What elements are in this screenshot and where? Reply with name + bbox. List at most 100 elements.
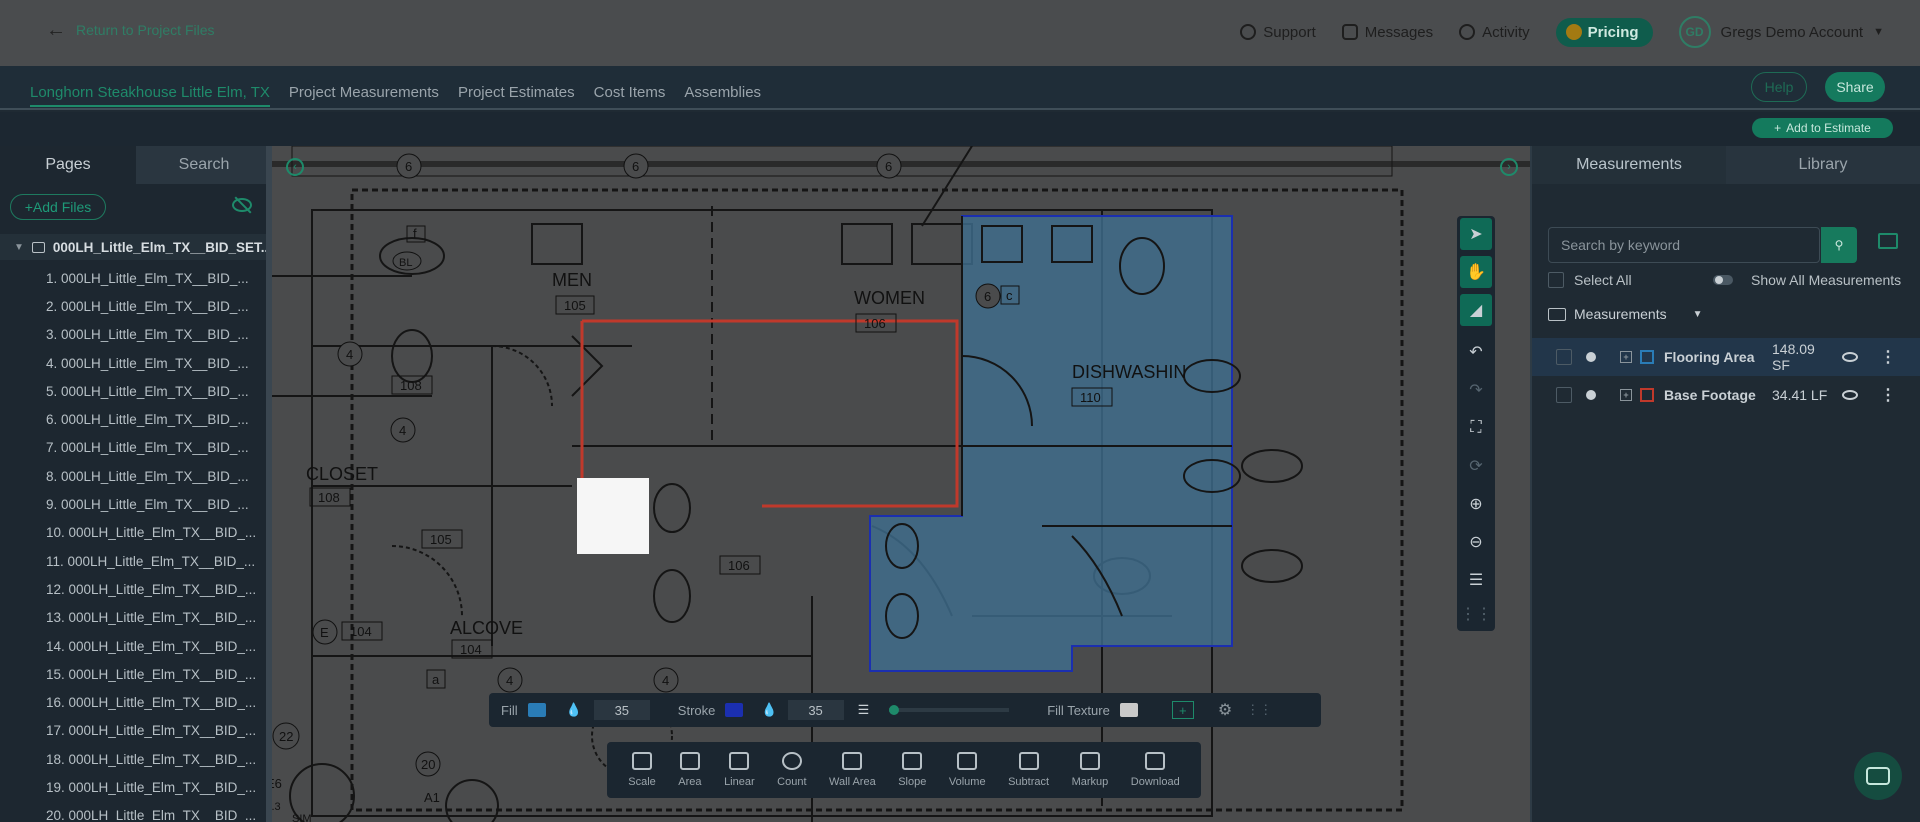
share-button[interactable]: Share: [1825, 72, 1885, 102]
list-item[interactable]: 2. 000LH_Little_Elm_TX__BID_...: [0, 292, 272, 320]
eye-off-icon[interactable]: [232, 198, 252, 212]
expand-icon[interactable]: +: [1620, 351, 1632, 363]
tool-scale[interactable]: Scale: [628, 752, 656, 788]
list-item[interactable]: 8. 000LH_Little_Elm_TX__BID_...: [0, 462, 272, 490]
tag-label: A8.3: [272, 801, 281, 813]
activity-link[interactable]: Activity: [1459, 24, 1530, 41]
chevron-right-icon[interactable]: ›: [1500, 158, 1518, 176]
stroke-color-swatch[interactable]: [725, 703, 744, 717]
tab-pages[interactable]: Pages: [0, 146, 136, 184]
return-to-project-files-link[interactable]: ← Return to Project Files: [46, 20, 215, 40]
stroke-width-slider[interactable]: [889, 705, 1010, 715]
support-link[interactable]: Support: [1240, 24, 1316, 41]
list-item[interactable]: 6. 000LH_Little_Elm_TX__BID_...: [0, 405, 272, 433]
eye-icon[interactable]: [1842, 352, 1858, 362]
list-item[interactable]: 11. 000LH_Little_Elm_TX__BID_...: [0, 547, 272, 575]
tool-count[interactable]: Count: [777, 752, 807, 788]
list-item[interactable]: 17. 000LH_Little_Elm_TX__BID_...: [0, 717, 272, 745]
list-item[interactable]: 13. 000LH_Little_Elm_TX__BID_...: [0, 604, 272, 632]
expand-icon[interactable]: +: [1620, 389, 1632, 401]
select-pointer-icon[interactable]: ➤: [1460, 218, 1492, 250]
tool-subtract[interactable]: Subtract: [1008, 752, 1049, 788]
help-button[interactable]: Help: [1751, 72, 1807, 102]
pan-hand-icon[interactable]: ✋: [1460, 256, 1492, 288]
tab-search[interactable]: Search: [136, 146, 272, 184]
add-to-estimate-button[interactable]: + Add to Estimate: [1752, 118, 1893, 138]
tab-project-name[interactable]: Longhorn Steakhouse Little Elm, TX: [30, 84, 270, 107]
row-checkbox[interactable]: [1556, 349, 1572, 365]
measurements-folder[interactable]: Measurements ▼: [1548, 306, 1703, 322]
eye-icon[interactable]: [1842, 390, 1858, 400]
file-folder[interactable]: ▼ 000LH_Little_Elm_TX__BID_SET...: [0, 234, 272, 260]
list-item[interactable]: 7. 000LH_Little_Elm_TX__BID_...: [0, 434, 272, 462]
add-icon[interactable]: +: [1171, 701, 1194, 719]
search-icon[interactable]: ⚲: [1821, 227, 1857, 263]
list-item[interactable]: 9. 000LH_Little_Elm_TX__BID_...: [0, 490, 272, 518]
select-all[interactable]: Select All: [1548, 272, 1632, 288]
select-all-checkbox[interactable]: [1548, 272, 1564, 288]
tool-wall-area[interactable]: Wall Area: [829, 752, 876, 788]
redo-icon[interactable]: ↷: [1460, 374, 1492, 406]
list-item[interactable]: 14. 000LH_Little_Elm_TX__BID_...: [0, 632, 272, 660]
list-item[interactable]: 1. 000LH_Little_Elm_TX__BID_...: [0, 264, 272, 292]
tool-slope[interactable]: Slope: [898, 752, 926, 788]
gear-icon[interactable]: ⚙: [1218, 700, 1232, 720]
measurement-row-flooring[interactable]: + Flooring Area 148.09 SF ⋮: [1532, 338, 1920, 376]
more-options-icon[interactable]: ⋮: [1880, 347, 1896, 367]
tool-label: Slope: [898, 776, 927, 788]
tool-linear[interactable]: Linear: [724, 752, 755, 788]
list-item[interactable]: 18. 000LH_Little_Elm_TX__BID_...: [0, 745, 272, 773]
tab-assemblies[interactable]: Assemblies: [684, 84, 761, 107]
chevron-left-icon[interactable]: ‹: [286, 158, 304, 176]
drag-handle-icon[interactable]: ⋮⋮: [1246, 702, 1272, 718]
messages-link[interactable]: Messages: [1341, 24, 1433, 41]
tool-markup[interactable]: Markup: [1072, 752, 1108, 788]
list-item[interactable]: 15. 000LH_Little_Elm_TX__BID_...: [0, 660, 272, 688]
list-item[interactable]: 20. 000LH_Little_Elm_TX__BID_...: [0, 802, 272, 822]
plus-icon: +: [1774, 121, 1782, 135]
chat-button[interactable]: [1854, 752, 1902, 800]
measurement-row-base[interactable]: + Base Footage 34.41 LF ⋮: [1532, 376, 1920, 414]
drag-handle-icon[interactable]: ⋮⋮: [1460, 598, 1492, 630]
show-all-measurements[interactable]: Show All Measurements: [1713, 272, 1901, 288]
pricing-button[interactable]: Pricing: [1555, 17, 1653, 47]
rotate-icon[interactable]: ⟳: [1460, 450, 1492, 482]
tool-volume[interactable]: Volume: [949, 752, 986, 788]
list-item[interactable]: 19. 000LH_Little_Elm_TX__BID_...: [0, 773, 272, 801]
fullscreen-icon[interactable]: ⛶: [1460, 412, 1492, 444]
list-item[interactable]: 3. 000LH_Little_Elm_TX__BID_...: [0, 321, 272, 349]
stroke-opacity-input[interactable]: 35: [787, 700, 844, 720]
fill-opacity-input[interactable]: 35: [593, 700, 650, 720]
list-item[interactable]: 10. 000LH_Little_Elm_TX__BID_...: [0, 519, 272, 547]
tab-measurements[interactable]: Measurements: [1532, 146, 1726, 184]
tool-download[interactable]: Download: [1131, 752, 1180, 788]
tab-cost-items[interactable]: Cost Items: [594, 84, 666, 107]
room-number: 106: [864, 316, 886, 331]
fill-color-swatch[interactable]: [527, 703, 546, 717]
visibility-toggle[interactable]: [1582, 352, 1600, 362]
tool-area[interactable]: Area: [678, 752, 702, 788]
tab-library[interactable]: Library: [1726, 146, 1920, 184]
undo-icon[interactable]: ↶: [1460, 336, 1492, 368]
search-input[interactable]: Search by keyword: [1548, 227, 1820, 263]
measure-icon[interactable]: ◢: [1460, 294, 1492, 326]
add-folder-icon[interactable]: [1878, 233, 1898, 249]
project-nav: Longhorn Steakhouse Little Elm, TX Proje…: [0, 66, 1920, 110]
zoom-out-icon[interactable]: ⊖: [1460, 526, 1492, 558]
tab-project-measurements[interactable]: Project Measurements: [289, 84, 439, 107]
list-item[interactable]: 5. 000LH_Little_Elm_TX__BID_...: [0, 377, 272, 405]
line-style-icon[interactable]: ☰: [858, 702, 870, 718]
more-options-icon[interactable]: ⋮: [1880, 385, 1896, 405]
zoom-in-icon[interactable]: ⊕: [1460, 488, 1492, 520]
row-checkbox[interactable]: [1556, 387, 1572, 403]
list-item[interactable]: 4. 000LH_Little_Elm_TX__BID_...: [0, 349, 272, 377]
show-all-toggle[interactable]: [1713, 275, 1733, 285]
list-item[interactable]: 16. 000LH_Little_Elm_TX__BID_...: [0, 688, 272, 716]
visibility-toggle[interactable]: [1582, 390, 1600, 400]
fill-texture-swatch[interactable]: [1119, 703, 1138, 717]
add-files-button[interactable]: +Add Files: [10, 194, 106, 220]
layers-icon[interactable]: ☰: [1460, 564, 1492, 596]
list-item[interactable]: 12. 000LH_Little_Elm_TX__BID_...: [0, 575, 272, 603]
account-menu[interactable]: GD Gregs Demo Account ▼: [1678, 16, 1884, 48]
tab-project-estimates[interactable]: Project Estimates: [458, 84, 575, 107]
